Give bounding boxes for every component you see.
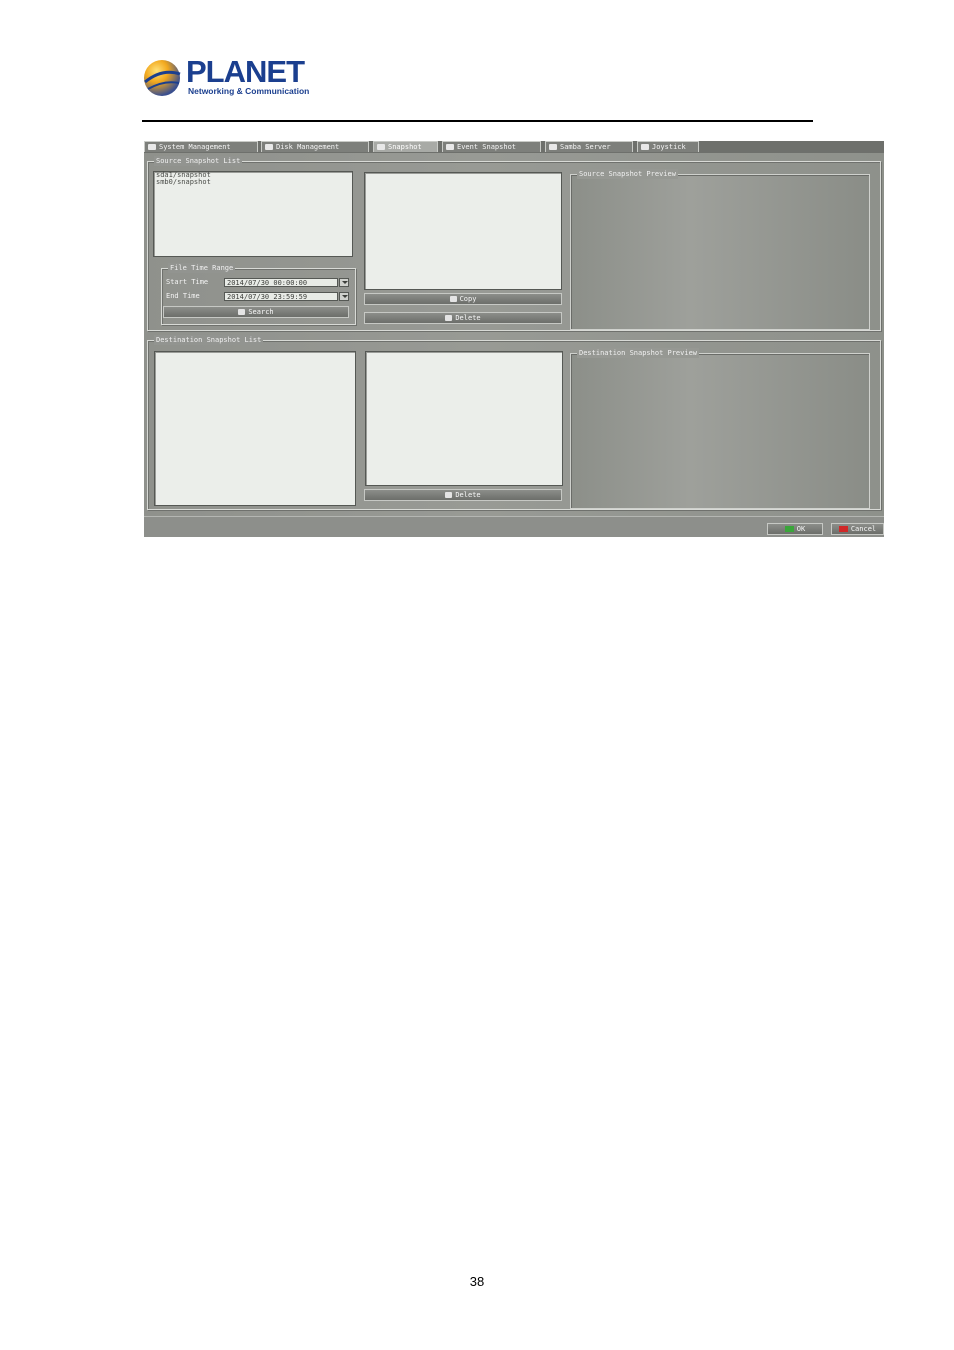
- source-snapshot-preview: Source Snapshot Preview: [570, 169, 870, 330]
- tab-system-management[interactable]: System Management: [144, 141, 258, 152]
- copy-button-label: Copy: [459, 295, 477, 303]
- tab-disk-management[interactable]: Disk Management: [261, 141, 369, 152]
- ok-button-label: OK: [796, 525, 806, 533]
- destination-snapshot-group: Destination Snapshot List Delete Destina…: [147, 335, 881, 510]
- planet-logo: PLANET Networking & Communication: [142, 56, 312, 100]
- trash-icon: [445, 315, 453, 321]
- dialog-footer: OK Cancel: [144, 516, 884, 537]
- snapshot-icon: [377, 144, 385, 150]
- destination-preview-legend: Destination Snapshot Preview: [577, 348, 700, 358]
- tab-label: System Management: [159, 143, 231, 151]
- tab-joystick[interactable]: Joystick: [637, 141, 699, 152]
- list-item[interactable]: smb0/snapshot: [154, 179, 352, 186]
- destination-file-list[interactable]: [365, 351, 563, 486]
- search-button-label: Search: [248, 308, 274, 316]
- source-snapshot-group: Source Snapshot List sda1/snapshot smb0/…: [147, 156, 881, 331]
- header-divider: [142, 120, 813, 122]
- search-icon: [238, 309, 246, 315]
- globe-icon: [144, 60, 181, 96]
- cancel-button[interactable]: Cancel: [831, 523, 884, 535]
- source-file-list[interactable]: [364, 172, 562, 290]
- destination-snapshot-preview: Destination Snapshot Preview: [570, 348, 870, 509]
- start-time-label: Start Time: [166, 278, 209, 286]
- source-snapshot-legend: Source Snapshot List: [154, 156, 243, 166]
- end-time-label: End Time: [166, 292, 200, 300]
- tab-bar: System Management Disk Management Snapsh…: [144, 141, 884, 153]
- search-button[interactable]: Search: [163, 306, 349, 318]
- source-delete-button[interactable]: Delete: [364, 312, 562, 324]
- delete-button-label: Delete: [455, 491, 481, 499]
- tab-label: Samba Server: [560, 143, 611, 151]
- file-time-range-group: File Time Range Start Time 2014/07/30 00…: [161, 263, 356, 325]
- checkmark-icon: [784, 526, 794, 532]
- tab-samba-server[interactable]: Samba Server: [545, 141, 633, 152]
- file-time-range-legend: File Time Range: [168, 263, 236, 273]
- end-time-dropdown-icon[interactable]: [339, 292, 349, 301]
- destination-snapshot-legend: Destination Snapshot List: [154, 335, 264, 345]
- logo-tagline: Networking & Communication: [188, 86, 310, 96]
- system-icon: [148, 144, 156, 150]
- snapshot-screen: System Management Disk Management Snapsh…: [144, 141, 884, 537]
- tab-label: Event Snapshot: [457, 143, 517, 151]
- destination-snapshot-list[interactable]: [154, 351, 356, 506]
- source-snapshot-list[interactable]: sda1/snapshot smb0/snapshot: [153, 171, 353, 257]
- page-number: 38: [469, 1274, 485, 1289]
- start-time-dropdown-icon[interactable]: [339, 278, 349, 287]
- source-preview-legend: Source Snapshot Preview: [577, 169, 678, 179]
- copy-icon: [449, 296, 457, 302]
- end-time-field[interactable]: 2014/07/30 23:59:59: [224, 292, 338, 301]
- tab-label: Joystick: [652, 143, 686, 151]
- ok-button[interactable]: OK: [767, 523, 823, 535]
- logo-wordmark: PLANET: [186, 54, 305, 89]
- tab-label: Snapshot: [388, 143, 422, 151]
- start-time-field[interactable]: 2014/07/30 00:00:00: [224, 278, 338, 287]
- tab-snapshot[interactable]: Snapshot: [373, 141, 438, 152]
- cancel-icon: [838, 526, 848, 532]
- trash-icon: [445, 492, 453, 498]
- copy-button[interactable]: Copy: [364, 293, 562, 305]
- tab-event-snapshot[interactable]: Event Snapshot: [442, 141, 541, 152]
- delete-button-label: Delete: [455, 314, 481, 322]
- joystick-icon: [641, 144, 649, 150]
- cancel-button-label: Cancel: [850, 525, 877, 533]
- destination-delete-button[interactable]: Delete: [364, 489, 562, 501]
- samba-icon: [549, 144, 557, 150]
- tab-label: Disk Management: [276, 143, 340, 151]
- event-icon: [446, 144, 454, 150]
- disk-icon: [265, 144, 273, 150]
